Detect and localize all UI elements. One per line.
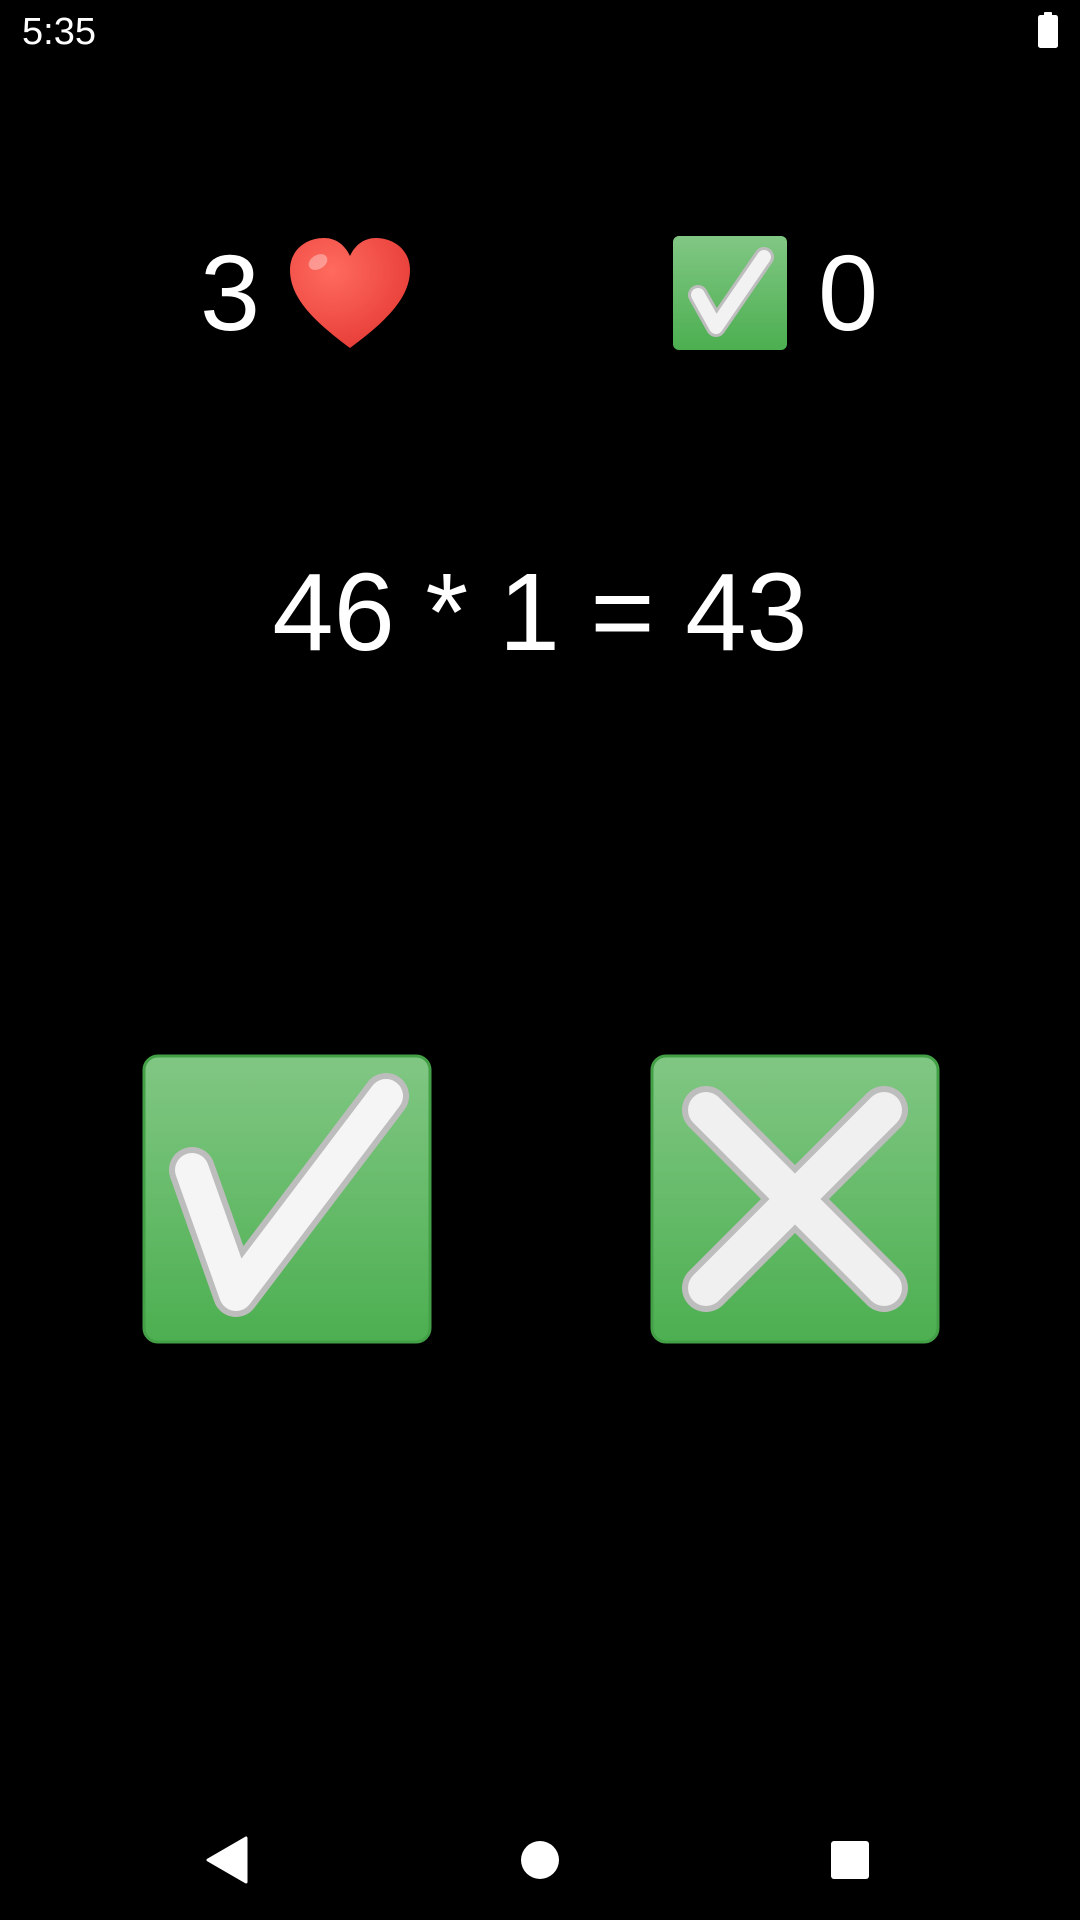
- recents-square-icon: [831, 1841, 869, 1879]
- nav-recents-button[interactable]: [820, 1830, 880, 1890]
- nav-home-button[interactable]: [510, 1830, 570, 1890]
- lives-value: 3: [200, 232, 261, 353]
- status-time: 5:35: [22, 11, 96, 53]
- navigation-bar: [0, 1800, 1080, 1920]
- cross-mark-button-icon: [650, 1054, 940, 1344]
- battery-full-icon: [1038, 12, 1058, 48]
- equation-text: 46 * 1 = 43: [272, 551, 808, 674]
- nav-back-button[interactable]: [196, 1830, 256, 1890]
- home-circle-icon: [521, 1841, 559, 1879]
- lives-counter: 3: [200, 228, 412, 358]
- correct-counter: 0: [672, 228, 878, 358]
- game-screen: 5:35 3 0 46 * 1 = 43: [0, 0, 1080, 1920]
- back-triangle-icon: [206, 1836, 248, 1884]
- true-answer-button[interactable]: [142, 1054, 432, 1344]
- check-mark-button-icon: [142, 1054, 432, 1344]
- status-bar: 5:35: [0, 0, 1080, 64]
- check-mark-button-icon: [673, 236, 787, 350]
- correct-value: 0: [818, 232, 879, 353]
- false-answer-button[interactable]: [650, 1054, 940, 1344]
- heart-icon: [290, 238, 411, 348]
